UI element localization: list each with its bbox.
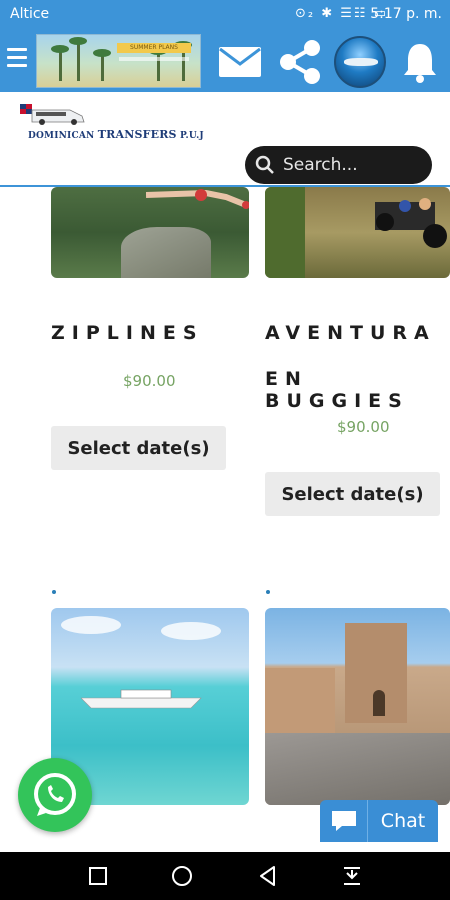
clock: 5:17 p. m. bbox=[370, 6, 442, 22]
menu-icon[interactable] bbox=[7, 48, 27, 72]
product-image-buggies[interactable] bbox=[265, 187, 450, 278]
carrier-label: Altice bbox=[10, 6, 50, 22]
chat-button[interactable]: Chat bbox=[320, 800, 438, 842]
notifications-pull-button[interactable] bbox=[340, 864, 364, 888]
banner-subtext bbox=[119, 57, 189, 61]
product-title[interactable]: AVENTURA bbox=[265, 322, 436, 344]
chat-label: Chat bbox=[380, 810, 426, 832]
mail-icon[interactable] bbox=[218, 46, 262, 78]
search-icon bbox=[255, 155, 274, 174]
back-button[interactable] bbox=[256, 864, 280, 888]
logo[interactable]: DOMINICAN TRANSFERS P.U.J bbox=[20, 104, 204, 144]
van-logo-icon bbox=[20, 104, 85, 125]
product-title[interactable]: ZIPLINES bbox=[51, 322, 204, 344]
whatsapp-icon bbox=[34, 773, 76, 816]
home-button[interactable] bbox=[170, 864, 194, 888]
chat-icon bbox=[320, 800, 368, 842]
select-dates-button[interactable]: Select date(s) bbox=[51, 426, 226, 470]
product-image-colonial-zone[interactable] bbox=[265, 608, 450, 805]
avatar[interactable] bbox=[334, 36, 386, 88]
product-price: $90.00 bbox=[123, 372, 176, 390]
product-price: $90.00 bbox=[337, 418, 390, 436]
status-bar: Altice ⊙₂ ✱ ☰☷ ▭ 5:17 p. m. bbox=[0, 0, 450, 30]
recents-button[interactable] bbox=[86, 864, 110, 888]
search-bar[interactable] bbox=[245, 146, 432, 184]
product-title-line2[interactable]: EN BUGGIES bbox=[265, 368, 450, 412]
search-input[interactable] bbox=[283, 155, 423, 175]
separator-dot bbox=[52, 590, 56, 594]
promo-banner[interactable]: SUMMER PLANS bbox=[36, 34, 201, 88]
whatsapp-button[interactable] bbox=[18, 758, 92, 832]
separator-dot bbox=[266, 590, 270, 594]
screen: Altice ⊙₂ ✱ ☰☷ ▭ 5:17 p. m. SUMMER PLANS bbox=[0, 0, 450, 900]
select-dates-button[interactable]: Select date(s) bbox=[265, 472, 440, 516]
bell-icon[interactable] bbox=[400, 40, 440, 84]
share-icon[interactable] bbox=[278, 38, 322, 86]
navigation-bar bbox=[0, 852, 450, 900]
brand-name: DOMINICAN TRANSFERS P.U.J bbox=[28, 128, 204, 141]
product-image-ziplines[interactable] bbox=[51, 187, 249, 278]
banner-tag: SUMMER PLANS bbox=[117, 43, 191, 53]
